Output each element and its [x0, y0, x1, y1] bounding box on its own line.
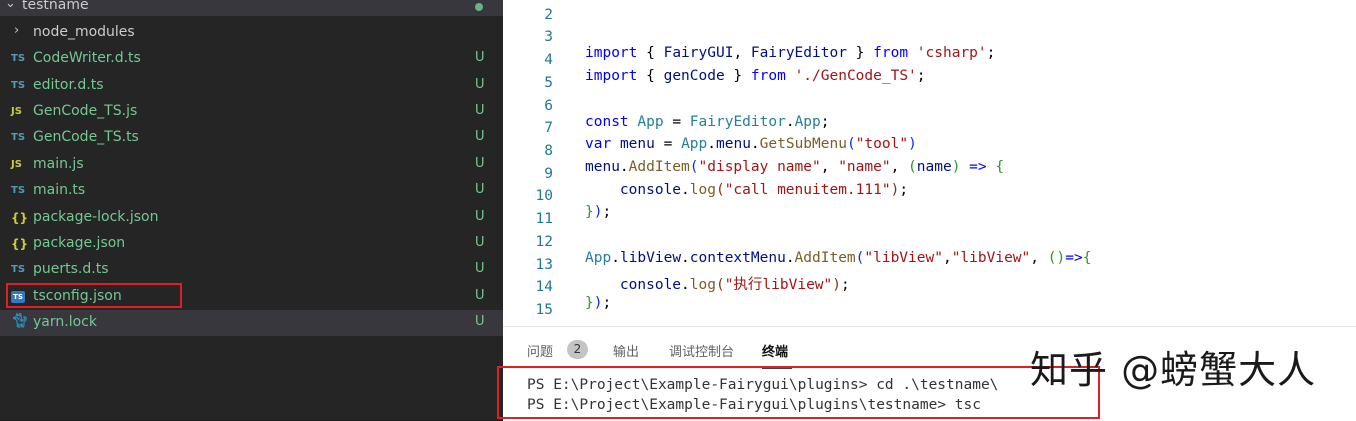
- tree-item-label: CodeWriter.d.ts: [33, 50, 141, 66]
- explorer-sidebar: ⌄ testname › node_modules TS CodeWriter.…: [0, 0, 503, 420]
- tab-terminal[interactable]: 终端: [762, 341, 788, 360]
- code-line: 3 import { FairyGUI, FairyEditor } from …: [503, 13, 1356, 61]
- code-line: 15: [503, 286, 1356, 318]
- ts-icon: TS: [11, 80, 26, 91]
- js-icon: JS: [11, 106, 22, 117]
- code-line: 2: [503, 0, 1356, 23]
- chevron-right-icon: ›: [14, 23, 20, 38]
- tab-problems[interactable]: 问题: [527, 341, 553, 360]
- problems-count-badge: 2: [567, 340, 588, 359]
- code-line: 11: [503, 195, 1356, 227]
- ts-icon: TS: [11, 264, 26, 275]
- code-line: 12 App.libView.contextMenu.AddItem("libV…: [503, 218, 1356, 266]
- tree-item-label: package.json: [33, 235, 126, 251]
- code-line: 13 console.log("执行libView");: [503, 241, 1356, 293]
- folder-header-testname[interactable]: ⌄ testname: [0, 0, 503, 16]
- tree-item-gencode-ts-ts[interactable]: TS GenCode_TS.ts U: [0, 125, 503, 151]
- git-status-badge: U: [475, 209, 485, 224]
- code-line: 8 menu.AddItem("display name", "name", (…: [503, 127, 1356, 175]
- folder-name: testname: [22, 0, 89, 13]
- tree-item-gencode-ts-js[interactable]: JS GenCode_TS.js U: [0, 99, 503, 125]
- git-status-badge: U: [475, 288, 485, 303]
- tab-debug-console[interactable]: 调试控制台: [669, 341, 734, 360]
- watermark-text: 知乎 @螃蟹大人: [1030, 348, 1317, 392]
- tree-item-node-modules[interactable]: › node_modules: [0, 20, 503, 46]
- tree-item-puerts-dts[interactable]: TS puerts.d.ts U: [0, 257, 503, 283]
- tree-item-label: GenCode_TS.ts: [33, 129, 139, 145]
- tree-item-label: node_modules: [33, 24, 135, 40]
- code-line: 14 });: [503, 263, 1356, 311]
- yarn-icon: 🐈︎: [11, 313, 29, 329]
- code-line: 4 import { genCode } from './GenCode_TS'…: [503, 36, 1356, 84]
- code-line: 16 console.log("执行测试111");: [503, 309, 1356, 326]
- chevron-down-icon: ⌄: [5, 0, 16, 11]
- tree-item-label: yarn.lock: [33, 314, 97, 330]
- tree-item-label: main.ts: [33, 182, 86, 198]
- git-status-badge: U: [475, 77, 485, 92]
- git-status-badge: U: [475, 314, 485, 329]
- tree-item-main-ts[interactable]: TS main.ts U: [0, 178, 503, 204]
- json-icon: {}: [11, 237, 29, 251]
- bottom-panel: 问题 2 输出 调试控制台 终端 PS E:\Project\Example-F…: [497, 326, 1356, 421]
- git-status-badge: U: [475, 103, 485, 118]
- ts-icon: TS: [11, 132, 26, 143]
- git-status-badge: U: [475, 235, 485, 250]
- code-line: 7 var menu = App.menu.GetSubMenu("tool"): [503, 104, 1356, 152]
- tree-item-label: GenCode_TS.js: [33, 103, 138, 119]
- ts-icon: TS: [11, 185, 26, 196]
- tree-item-editor-dts[interactable]: TS editor.d.ts U: [0, 73, 503, 99]
- git-status-badge: U: [475, 182, 485, 197]
- tree-item-yarn-lock[interactable]: 🐈︎ yarn.lock U: [0, 310, 503, 336]
- code-line: 5: [503, 59, 1356, 91]
- git-status-badge: U: [475, 156, 485, 171]
- tree-item-codewriter-dts[interactable]: TS CodeWriter.d.ts U: [0, 46, 503, 72]
- tree-item-label: package-lock.json: [33, 209, 159, 225]
- modified-dot-icon: [475, 3, 483, 11]
- tree-item-main-js[interactable]: JS main.js U: [0, 152, 503, 178]
- git-status-badge: U: [475, 50, 485, 65]
- code-editor[interactable]: 2 3 import { FairyGUI, FairyEditor } fro…: [503, 0, 1356, 326]
- tree-item-label: editor.d.ts: [33, 77, 104, 93]
- js-icon: JS: [11, 159, 22, 170]
- ts-icon: TS: [11, 53, 26, 64]
- terminal-highlight-box: [497, 366, 1100, 419]
- code-line: 6 const App = FairyEditor.App;: [503, 82, 1356, 130]
- tree-item-package-json[interactable]: {} package.json U: [0, 231, 503, 257]
- git-status-badge: U: [475, 129, 485, 144]
- tree-item-label: main.js: [33, 156, 84, 172]
- tree-item-label: puerts.d.ts: [33, 261, 109, 277]
- code-line: 9 console.log("call menuitem.111");: [503, 150, 1356, 198]
- json-icon: {}: [11, 211, 29, 225]
- code-line: 10 });: [503, 172, 1356, 220]
- tab-output[interactable]: 输出: [613, 341, 639, 360]
- tree-item-package-lock-json[interactable]: {} package-lock.json U: [0, 205, 503, 231]
- git-status-badge: U: [475, 261, 485, 276]
- tsconfig-highlight-box: [6, 283, 182, 308]
